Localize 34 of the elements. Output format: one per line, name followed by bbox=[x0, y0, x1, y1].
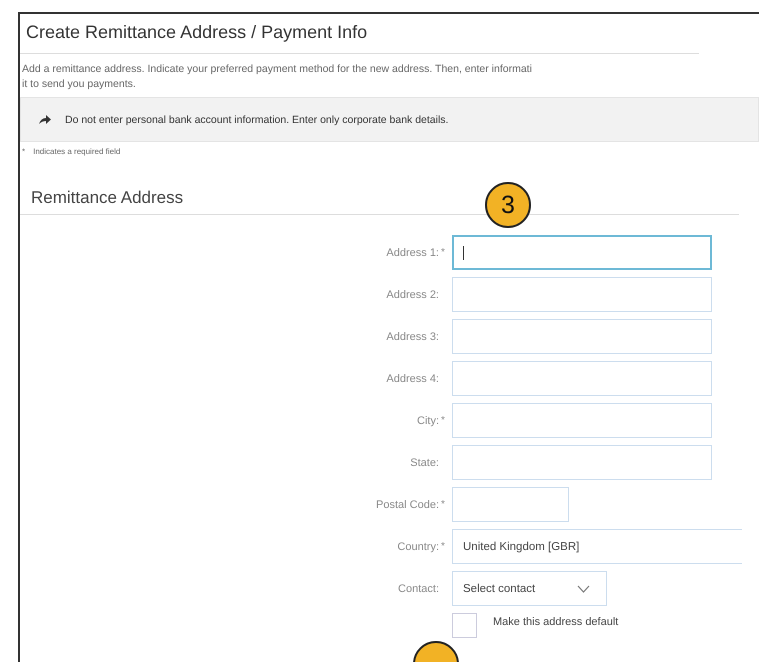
input-field[interactable] bbox=[452, 235, 712, 270]
field-label: Address 1: bbox=[386, 246, 439, 258]
notice-text: Do not enter personal bank account information. Enter only corporate bank details. bbox=[65, 114, 448, 126]
input-field[interactable] bbox=[452, 277, 712, 312]
required-mark: * bbox=[440, 499, 446, 510]
section-title: Remittance Address bbox=[31, 188, 184, 207]
page-title: Create Remittance Address / Payment Info bbox=[20, 14, 699, 54]
step-badge bbox=[412, 640, 460, 662]
field-label: Contact: bbox=[398, 582, 439, 594]
checkbox[interactable] bbox=[452, 613, 477, 638]
input-field[interactable] bbox=[452, 319, 712, 354]
required-mark: * bbox=[440, 247, 446, 258]
required-mark: * bbox=[440, 541, 446, 552]
input-field[interactable]: United Kingdom [GBR] bbox=[452, 529, 742, 564]
field-label: Address 3: bbox=[386, 330, 439, 342]
required-mark: * bbox=[440, 415, 446, 426]
arrow-icon bbox=[39, 115, 51, 124]
field-label: State: bbox=[410, 456, 439, 468]
input-field[interactable] bbox=[452, 487, 569, 522]
required-note: Indicates a required field bbox=[33, 147, 120, 156]
description-text: Add a remittance address. Indicate your preferred payment method for the new address. Then, enter informati it to send you payments. bbox=[21, 62, 533, 92]
step-badge: 3 bbox=[485, 182, 531, 228]
required-mark: * bbox=[22, 147, 26, 156]
field-label: Address 4: bbox=[386, 372, 439, 384]
field-label: Address 2: bbox=[386, 288, 439, 300]
input-field[interactable] bbox=[452, 445, 712, 480]
field-label: City: bbox=[417, 414, 439, 426]
chevron-down-icon bbox=[577, 584, 590, 592]
checkbox-label: Make this address default bbox=[493, 616, 618, 628]
contact-dropdown[interactable]: Select contact bbox=[452, 571, 607, 606]
input-field[interactable] bbox=[452, 361, 712, 396]
field-label: Country: bbox=[397, 540, 439, 552]
input-field[interactable] bbox=[452, 403, 712, 438]
field-label: Postal Code: bbox=[376, 498, 439, 510]
